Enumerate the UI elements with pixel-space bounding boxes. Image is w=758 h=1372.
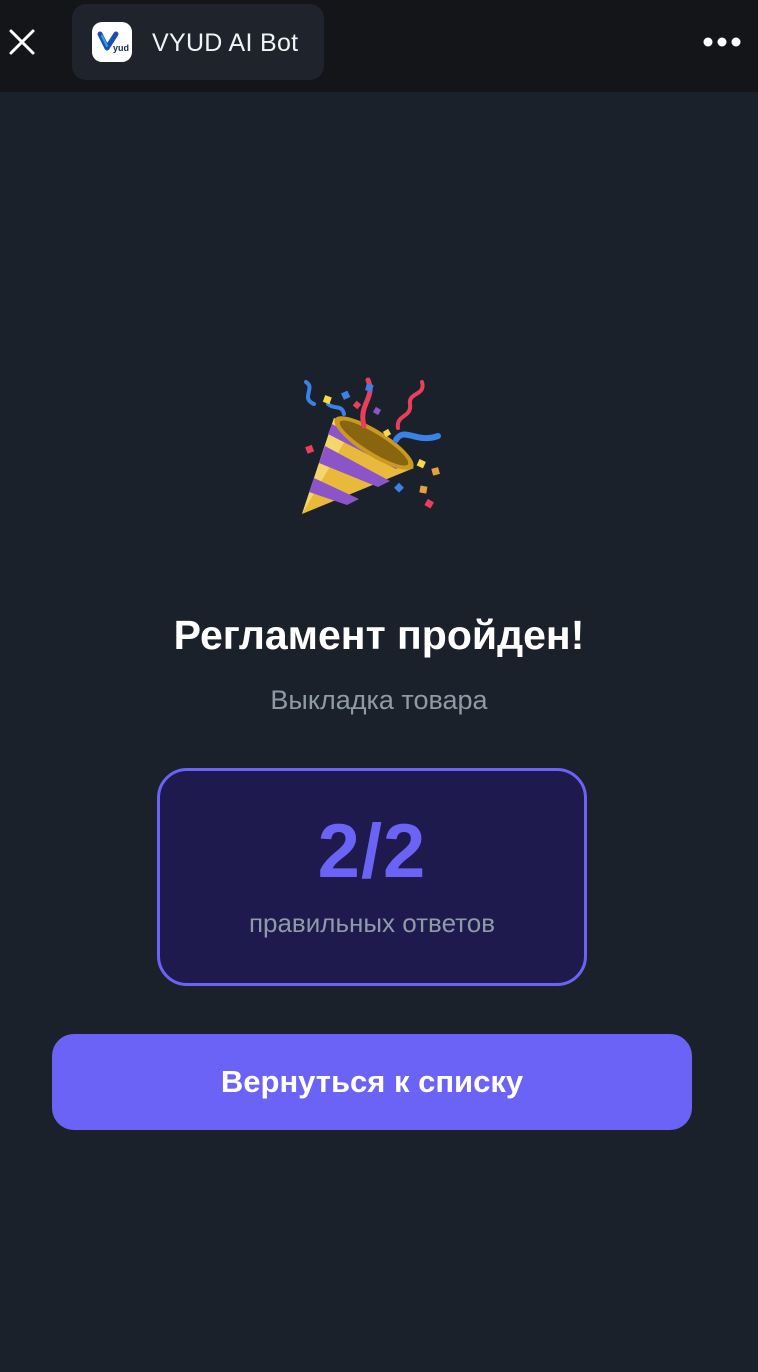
score-label: правильных ответов xyxy=(248,908,496,938)
result-title: Регламент пройден! xyxy=(173,612,585,658)
score-value: 2/2 xyxy=(317,809,427,894)
close-icon xyxy=(9,29,35,55)
logo-text: yud xyxy=(113,43,129,53)
result-subtitle: Выкладка товара xyxy=(270,685,488,715)
vyud-logo-icon: yud xyxy=(92,22,132,62)
top-bar: yud VYUD AI Bot xyxy=(0,0,758,92)
score-card: 2/2 правильных ответов xyxy=(157,768,587,986)
bot-title-pill[interactable]: yud VYUD AI Bot xyxy=(72,4,324,80)
more-options-button[interactable] xyxy=(700,22,744,62)
more-dots-icon xyxy=(703,37,741,47)
party-popper-icon xyxy=(302,377,441,514)
back-to-list-button[interactable]: Вернуться к списку xyxy=(52,1034,692,1130)
close-button[interactable] xyxy=(0,18,44,66)
bot-name: VYUD AI Bot xyxy=(152,29,299,57)
